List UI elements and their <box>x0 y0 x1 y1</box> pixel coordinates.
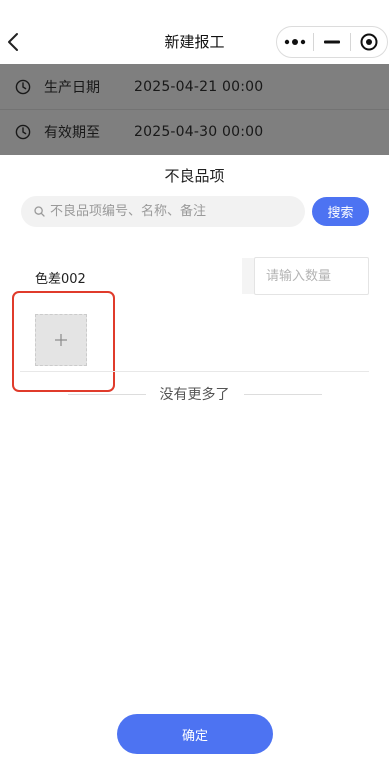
search-icon <box>33 206 45 218</box>
modal-overlay[interactable] <box>0 64 389 155</box>
close-target-icon <box>360 33 378 51</box>
defect-item-name: 色差002 <box>35 272 86 287</box>
mini-program-capsule <box>276 26 388 58</box>
minimize-button[interactable] <box>314 27 350 57</box>
quantity-input[interactable] <box>254 257 369 295</box>
list-end-indicator: 没有更多了 <box>0 384 389 404</box>
more-button[interactable] <box>277 27 313 57</box>
no-more-text: 没有更多了 <box>159 387 230 403</box>
navigation-bar: 新建报工 <box>0 0 389 64</box>
sheet-title: 不良品项 <box>164 167 225 185</box>
item-divider <box>20 371 369 372</box>
search-button[interactable]: 搜索 <box>312 197 369 226</box>
minimize-icon <box>323 40 340 44</box>
end-divider-right <box>243 393 322 395</box>
more-dots-icon <box>284 39 306 45</box>
defect-items-sheet: 不良品项 搜索 色差002 没有更多了 确定 <box>0 155 389 779</box>
close-button[interactable] <box>351 27 387 57</box>
upload-highlight-box <box>12 291 115 392</box>
confirm-button[interactable]: 确定 <box>117 714 273 754</box>
quantity-field-edge <box>242 258 254 294</box>
search-input[interactable] <box>50 204 290 219</box>
end-divider-left <box>67 393 146 395</box>
search-box <box>21 196 305 227</box>
